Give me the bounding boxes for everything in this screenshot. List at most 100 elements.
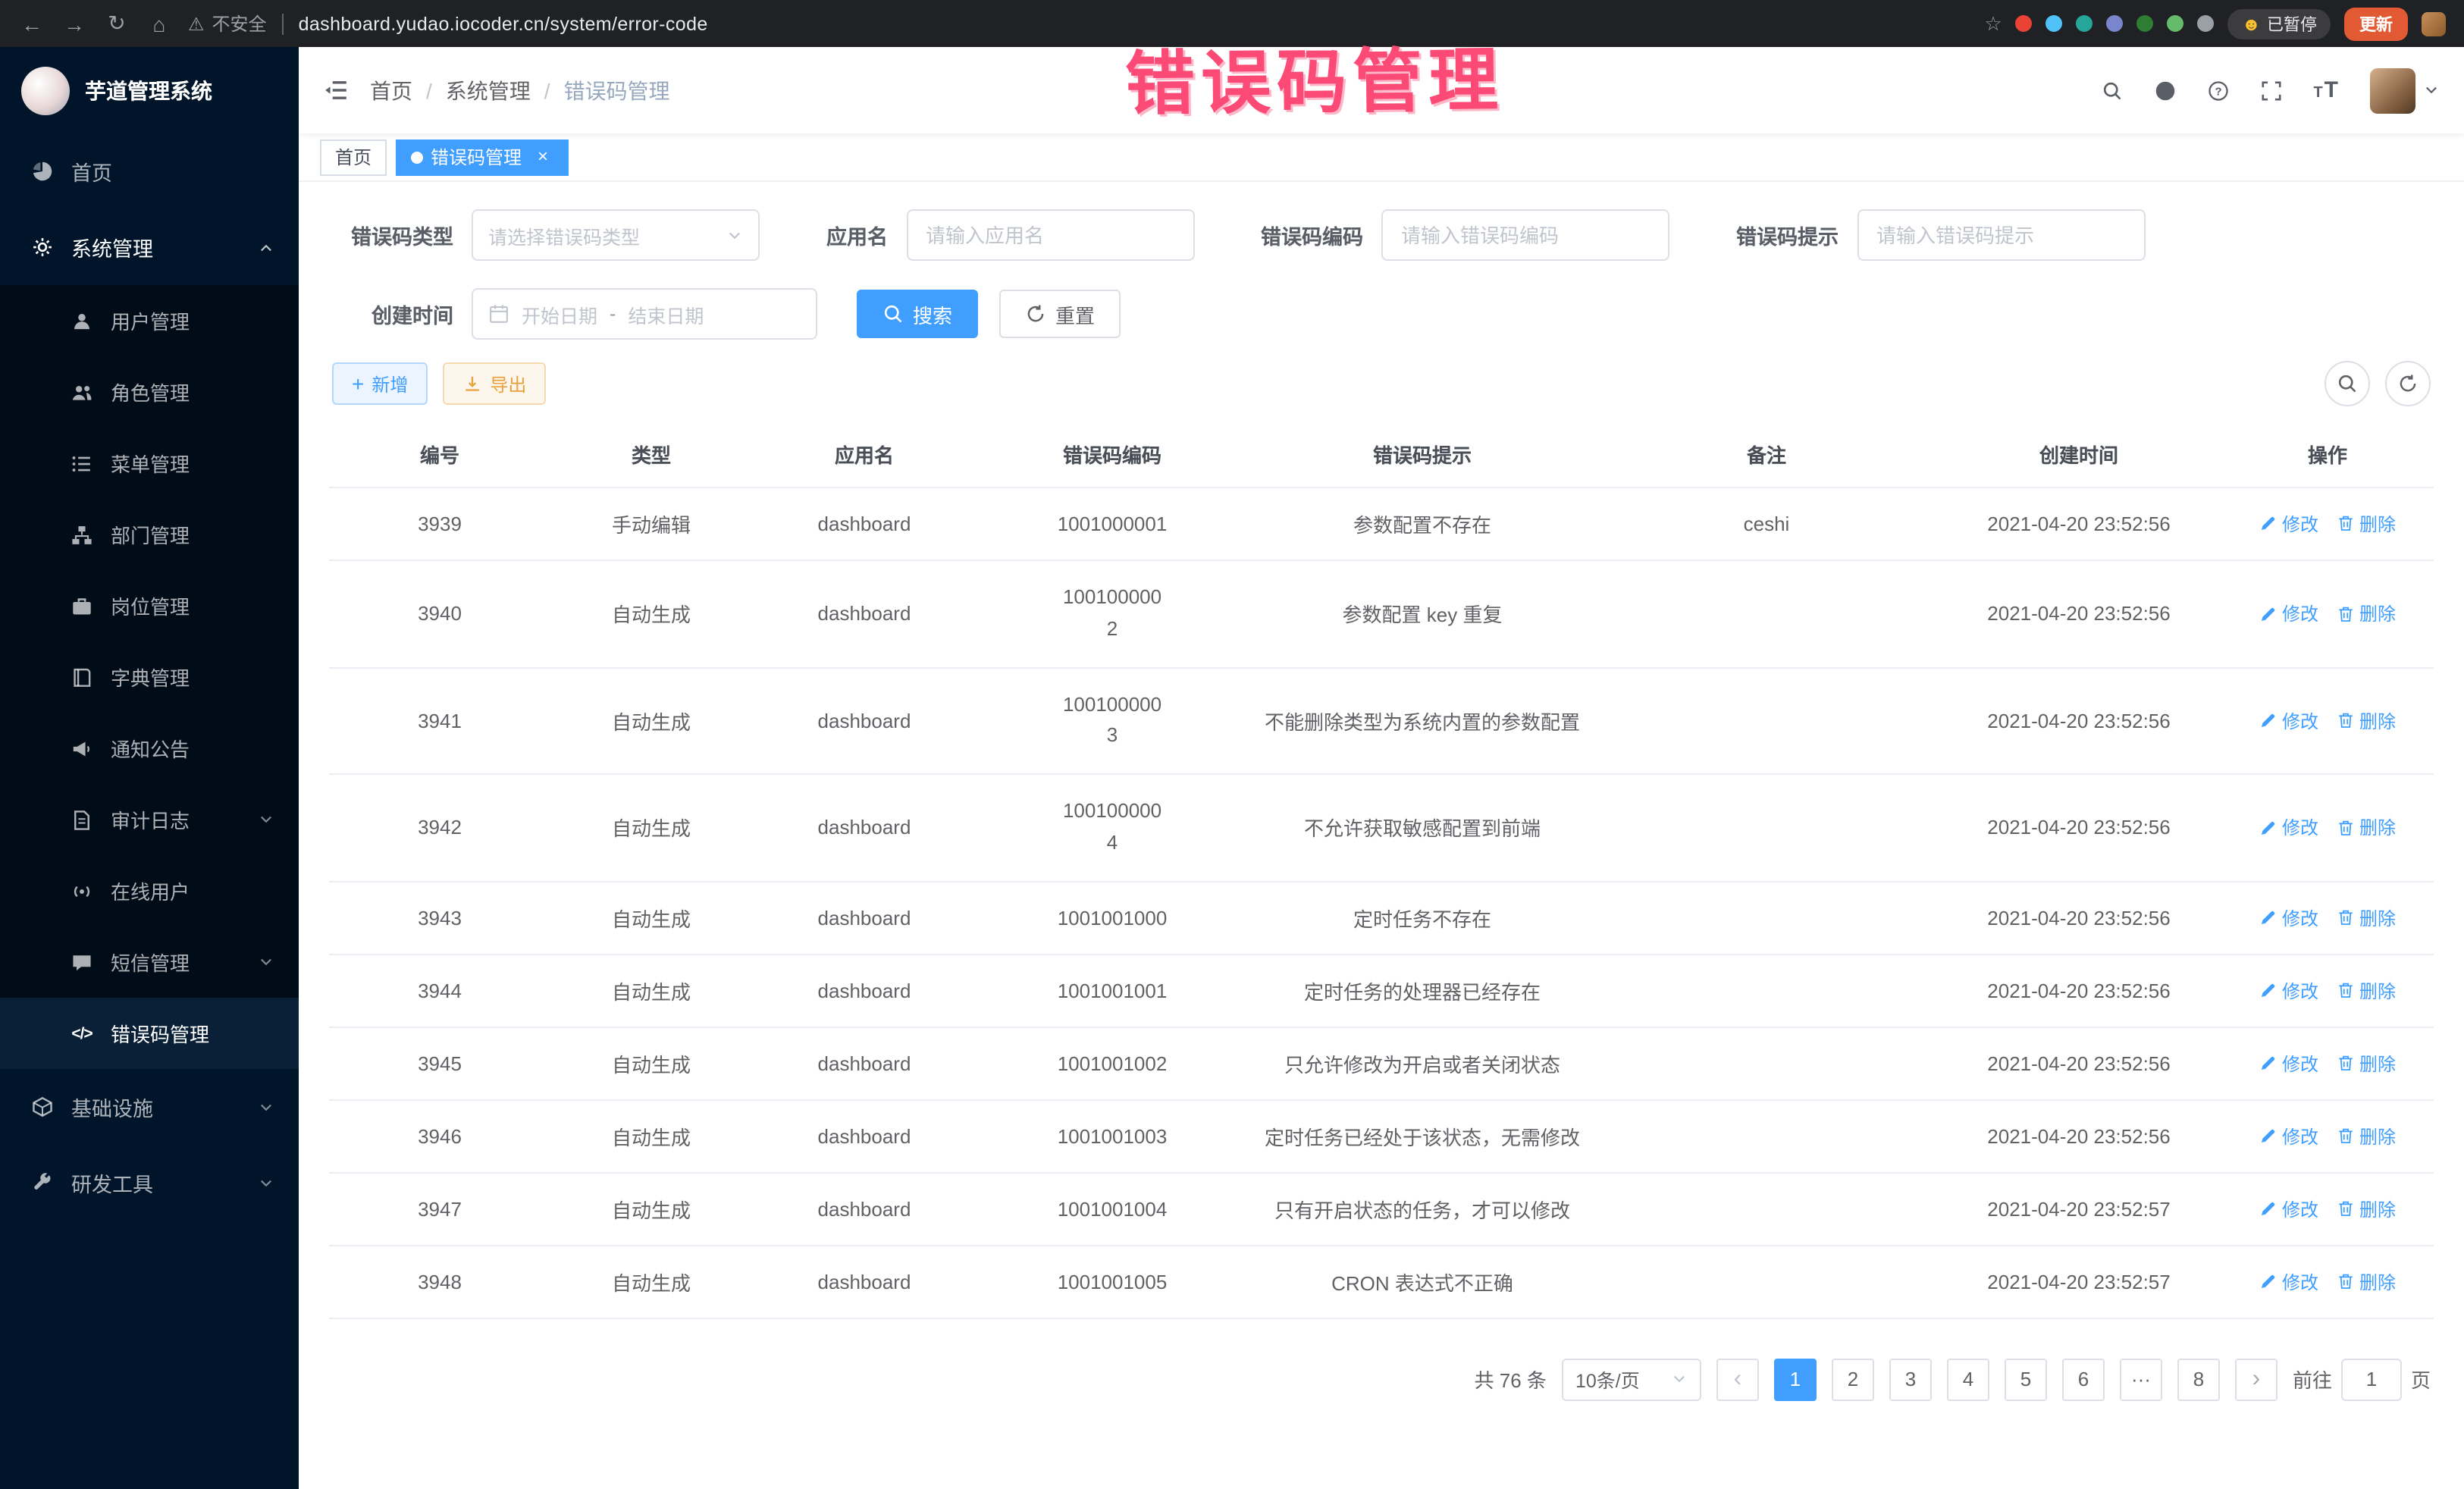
error-hint-input[interactable] — [1873, 222, 2128, 248]
cell-actions: 修改删除 — [2221, 1246, 2434, 1318]
browser-back-icon[interactable]: ← — [18, 11, 45, 36]
font-size-icon[interactable]: TT — [2313, 79, 2338, 102]
error-type-select[interactable]: 请选择错误码类型 — [472, 209, 760, 261]
sidebar-item-devtools[interactable]: 研发工具 — [0, 1145, 299, 1221]
table-refresh-button[interactable] — [2385, 361, 2431, 406]
delete-button[interactable]: 删除 — [2337, 1123, 2396, 1149]
close-icon[interactable]: × — [532, 146, 553, 168]
tab-error-code[interactable]: 错误码管理× — [396, 139, 569, 175]
security-indicator[interactable]: ⚠ 不安全 — [188, 11, 267, 36]
page-button-5[interactable]: 5 — [2005, 1359, 2047, 1401]
cell-actions: 修改删除 — [2221, 560, 2434, 667]
paw-extension-icon[interactable] — [2168, 15, 2184, 32]
delete-button[interactable]: 删除 — [2337, 814, 2396, 840]
breadcrumb-item[interactable]: 首页 — [370, 75, 412, 105]
hamburger-icon[interactable] — [323, 77, 349, 103]
cell-hint: 只有开启状态的任务，才可以修改 — [1248, 1173, 1597, 1246]
record-extension-icon[interactable] — [2016, 15, 2033, 32]
sidebar-item-notice[interactable]: 通知公告 — [0, 713, 299, 784]
edit-button[interactable]: 修改 — [2259, 1050, 2318, 1076]
app-logo: 芋道管理系统 — [0, 47, 299, 133]
cell-type: 自动生成 — [550, 774, 752, 881]
help-icon[interactable]: ? — [2207, 80, 2228, 101]
edit-button[interactable]: 修改 — [2259, 1268, 2318, 1294]
edit-button[interactable]: 修改 — [2259, 600, 2318, 626]
export-button[interactable]: 导出 — [443, 362, 546, 405]
page-button-2[interactable]: 2 — [1832, 1359, 1874, 1401]
tab-home[interactable]: 首页 — [320, 139, 387, 175]
cell-code: 1001000001 — [977, 487, 1248, 560]
search-button[interactable]: 搜索 — [857, 290, 978, 338]
table-search-button[interactable] — [2324, 361, 2370, 406]
book-icon — [70, 666, 94, 688]
edit-button[interactable]: 修改 — [2259, 1196, 2318, 1221]
sidebar-item-user[interactable]: 用户管理 — [0, 285, 299, 356]
goto-page-input[interactable] — [2341, 1359, 2402, 1401]
cell-created: 2021-04-20 23:52:57 — [1936, 1173, 2221, 1246]
edit-button[interactable]: 修改 — [2259, 511, 2318, 537]
sidebar-item-dept[interactable]: 部门管理 — [0, 499, 299, 570]
sidebar-item-sms[interactable]: 短信管理 — [0, 926, 299, 998]
address-url[interactable]: dashboard.yudao.iocoder.cn/system/error-… — [299, 13, 708, 34]
more-pages-button[interactable]: ··· — [2120, 1359, 2162, 1401]
edit-button[interactable]: 修改 — [2259, 904, 2318, 930]
browser-profile-avatar[interactable] — [2422, 11, 2446, 36]
fullscreen-icon[interactable] — [2260, 80, 2281, 101]
delete-button[interactable]: 删除 — [2337, 1196, 2396, 1221]
page-button-4[interactable]: 4 — [1947, 1359, 1989, 1401]
reset-button[interactable]: 重置 — [999, 290, 1121, 338]
browser-home-icon[interactable]: ⌂ — [146, 11, 173, 36]
water-extension-icon[interactable] — [2046, 15, 2063, 32]
user-menu[interactable] — [2370, 67, 2440, 113]
page-button-6[interactable]: 6 — [2062, 1359, 2105, 1401]
update-button[interactable]: 更新 — [2344, 7, 2408, 40]
cell-hint: 只允许修改为开启或者关闭状态 — [1248, 1027, 1597, 1100]
delete-button[interactable]: 删除 — [2337, 511, 2396, 537]
browser-reload-icon[interactable]: ↻ — [103, 11, 130, 36]
cell-created: 2021-04-20 23:52:56 — [1936, 774, 2221, 881]
sidebar-item-system[interactable]: 系统管理 — [0, 209, 299, 285]
puzzle-extension-icon[interactable] — [2198, 15, 2215, 32]
delete-button[interactable]: 删除 — [2337, 1050, 2396, 1076]
page-buttons: 123456 ··· 8 — [1774, 1359, 2220, 1401]
sidebar-item-infra[interactable]: 基础设施 — [0, 1069, 299, 1145]
page-button-1[interactable]: 1 — [1774, 1359, 1817, 1401]
page-size-select[interactable]: 10条/页 — [1562, 1359, 1701, 1401]
prev-page-button[interactable]: ‹ — [1716, 1359, 1759, 1401]
paused-badge[interactable]: ☻ 已暂停 — [2228, 8, 2331, 39]
sidebar-item-home[interactable]: 首页 — [0, 133, 299, 209]
search-icon[interactable] — [2101, 80, 2122, 101]
delete-button[interactable]: 删除 — [2337, 600, 2396, 626]
bookmark-star-icon[interactable]: ☆ — [1984, 11, 2002, 36]
edit-button[interactable]: 修改 — [2259, 814, 2318, 840]
edit-button[interactable]: 修改 — [2259, 1123, 2318, 1149]
github-icon[interactable] — [2154, 80, 2175, 101]
delete-button[interactable]: 删除 — [2337, 707, 2396, 733]
sidebar-item-error-code[interactable]: </>错误码管理 — [0, 998, 299, 1069]
add-button[interactable]: + 新增 — [332, 362, 428, 405]
sidebar-item-online-user[interactable]: 在线用户 — [0, 855, 299, 926]
error-code-input[interactable] — [1398, 222, 1653, 248]
browser-forward-icon[interactable]: → — [61, 11, 88, 36]
edit-button[interactable]: 修改 — [2259, 707, 2318, 733]
date-range-picker[interactable]: 开始日期 - 结束日期 — [472, 288, 817, 340]
delete-button[interactable]: 删除 — [2337, 1268, 2396, 1294]
sidebar-item-dict[interactable]: 字典管理 — [0, 641, 299, 713]
apps-extension-icon[interactable] — [2107, 15, 2124, 32]
page-button-3[interactable]: 3 — [1889, 1359, 1932, 1401]
app-name-input[interactable] — [923, 222, 1177, 248]
chevron-down-icon — [1671, 1371, 1688, 1388]
on-extension-icon[interactable] — [2137, 15, 2154, 32]
delete-button[interactable]: 删除 — [2337, 977, 2396, 1003]
delete-button[interactable]: 删除 — [2337, 904, 2396, 930]
page-button-8[interactable]: 8 — [2177, 1359, 2220, 1401]
cell-code: 1001000002 — [977, 560, 1248, 667]
sidebar-item-post[interactable]: 岗位管理 — [0, 570, 299, 641]
breadcrumb-item[interactable]: 系统管理 — [446, 75, 531, 105]
edit-button[interactable]: 修改 — [2259, 977, 2318, 1003]
sidebar-item-audit-log[interactable]: 审计日志 — [0, 784, 299, 855]
sidebar-item-role[interactable]: 角色管理 — [0, 356, 299, 428]
next-page-button[interactable]: › — [2235, 1359, 2277, 1401]
sidebar-item-menu[interactable]: 菜单管理 — [0, 428, 299, 499]
check-extension-icon[interactable] — [2077, 15, 2093, 32]
